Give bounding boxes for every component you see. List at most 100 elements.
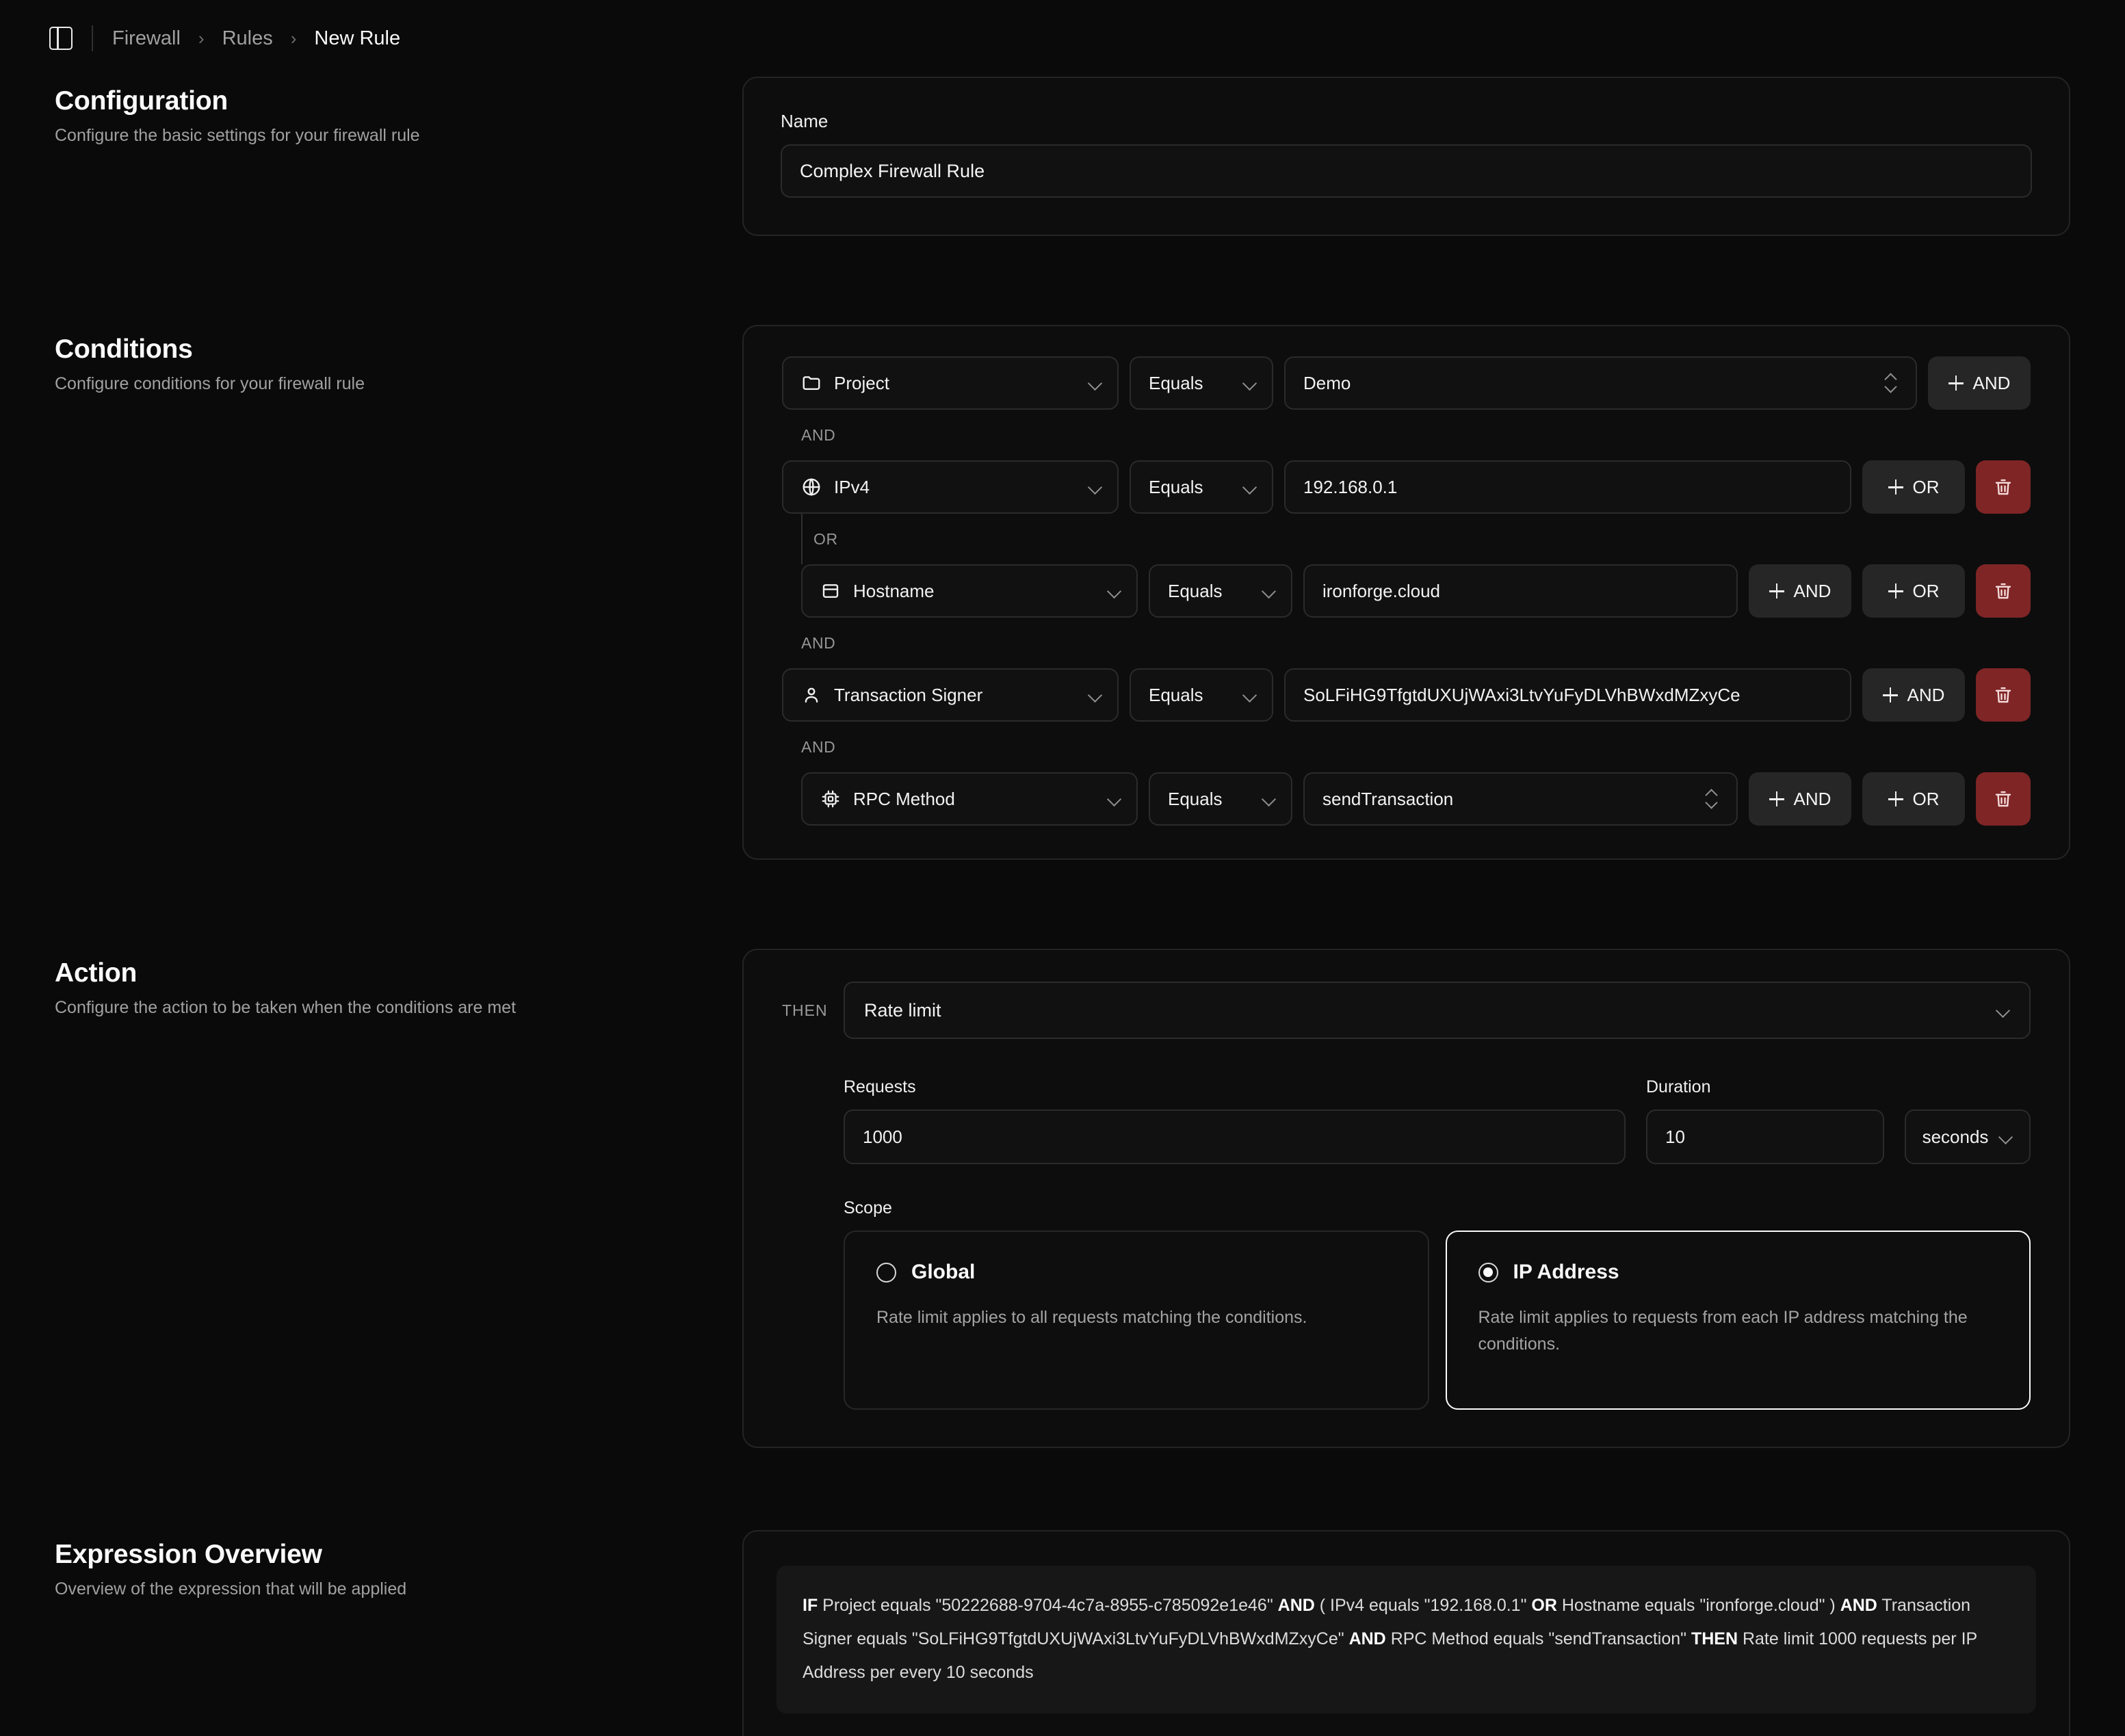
condition-row-project: Project Equals Demo AND bbox=[782, 356, 2031, 410]
action-card: THEN Rate limit Requests Duration bbox=[742, 949, 2070, 1448]
then-row: THEN Rate limit bbox=[782, 982, 2031, 1039]
duration-input[interactable] bbox=[1646, 1109, 1884, 1164]
chevron-down-icon bbox=[1243, 376, 1257, 390]
scope-option-ip-address-name: IP Address bbox=[1513, 1261, 1619, 1284]
add-and-button-project[interactable]: AND bbox=[1928, 356, 2031, 410]
duration-unit-select[interactable]: seconds bbox=[1905, 1109, 2031, 1164]
plus-icon bbox=[1888, 479, 1903, 495]
radio-icon-selected[interactable] bbox=[1478, 1263, 1498, 1283]
delete-condition-button-ipv4[interactable] bbox=[1976, 460, 2031, 514]
condition-field-select-ipv4[interactable]: IPv4 bbox=[782, 460, 1119, 514]
add-or-button-ipv4[interactable]: OR bbox=[1862, 460, 1965, 514]
condition-field-select-project[interactable]: Project bbox=[782, 356, 1119, 410]
scope-option-ip-address[interactable]: IP Address Rate limit applies to request… bbox=[1446, 1231, 2031, 1410]
condition-row-hostname: Hostname Equals AND OR bbox=[782, 564, 2031, 618]
folder-icon bbox=[801, 373, 822, 393]
add-and-label: AND bbox=[1973, 373, 2011, 394]
requests-field-group: Requests bbox=[844, 1077, 1626, 1164]
delete-condition-button-rpc-method[interactable] bbox=[1976, 772, 2031, 826]
add-and-button-hostname[interactable]: AND bbox=[1749, 564, 1851, 618]
chevron-down-icon bbox=[1262, 792, 1276, 806]
delete-condition-button-hostname[interactable] bbox=[1976, 564, 2031, 618]
chevron-up-down-icon bbox=[1705, 789, 1719, 809]
action-type-select[interactable]: Rate limit bbox=[844, 982, 2031, 1039]
plus-icon bbox=[1888, 791, 1903, 806]
add-and-button-rpc-method[interactable]: AND bbox=[1749, 772, 1851, 826]
trash-icon bbox=[1993, 581, 2013, 601]
breadcrumb: Firewall › Rules › New Rule bbox=[112, 27, 400, 50]
chevron-right-icon: › bbox=[291, 29, 297, 47]
chip-icon bbox=[820, 789, 841, 809]
panel-left-icon[interactable] bbox=[49, 27, 73, 50]
condition-row-rpc-method: RPC Method Equals sendTransaction AND bbox=[782, 772, 2031, 826]
condition-field-select-rpc-method[interactable]: RPC Method bbox=[801, 772, 1138, 826]
chevron-down-icon bbox=[1088, 688, 1102, 702]
configuration-section: Configuration Configure the basic settin… bbox=[55, 77, 2070, 236]
name-label: Name bbox=[781, 111, 2032, 132]
condition-field-label: Hostname bbox=[853, 581, 1095, 602]
condition-operator-select-transaction-signer[interactable]: Equals bbox=[1130, 668, 1273, 722]
scope-group: Scope Global Rate limit applies to all r… bbox=[782, 1198, 2031, 1410]
delete-condition-button-transaction-signer[interactable] bbox=[1976, 668, 2031, 722]
action-subtitle: Configure the action to be taken when th… bbox=[55, 998, 742, 1018]
scope-option-global[interactable]: Global Rate limit applies to all request… bbox=[844, 1231, 1429, 1410]
action-section: Action Configure the action to be taken … bbox=[55, 949, 2070, 1448]
add-or-button-rpc-method[interactable]: OR bbox=[1862, 772, 1965, 826]
condition-field-label: Transaction Signer bbox=[834, 685, 1076, 706]
condition-field-select-transaction-signer[interactable]: Transaction Signer bbox=[782, 668, 1119, 722]
expression-subtitle: Overview of the expression that will be … bbox=[55, 1579, 742, 1599]
trash-icon bbox=[1993, 685, 2013, 705]
scope-label: Scope bbox=[844, 1198, 2031, 1218]
trash-icon bbox=[1993, 789, 2013, 809]
duration-unit-spacer bbox=[1905, 1077, 2031, 1097]
expression-card: IF Project equals "50222688-9704-4c7a-89… bbox=[742, 1530, 2070, 1736]
duration-unit-group: seconds bbox=[1905, 1077, 2031, 1164]
scope-option-ip-address-description: Rate limit applies to requests from each… bbox=[1478, 1304, 1998, 1358]
condition-operator-label: Equals bbox=[1149, 477, 1231, 498]
chevron-down-icon bbox=[1108, 584, 1121, 598]
condition-operator-select-project[interactable]: Equals bbox=[1130, 356, 1273, 410]
condition-operator-select-hostname[interactable]: Equals bbox=[1149, 564, 1292, 618]
radio-icon[interactable] bbox=[876, 1263, 896, 1283]
requests-input[interactable] bbox=[844, 1109, 1626, 1164]
add-and-button-transaction-signer[interactable]: AND bbox=[1862, 668, 1965, 722]
breadcrumb-item-rules[interactable]: Rules bbox=[222, 27, 273, 50]
add-and-label: AND bbox=[1794, 789, 1831, 810]
expression-text: IF Project equals "50222688-9704-4c7a-89… bbox=[777, 1566, 2036, 1713]
condition-value-input-transaction-signer[interactable] bbox=[1284, 668, 1851, 722]
condition-field-label: Project bbox=[834, 373, 1076, 394]
condition-field-label: RPC Method bbox=[853, 789, 1095, 810]
chevron-down-icon bbox=[1262, 584, 1276, 598]
breadcrumb-item-firewall[interactable]: Firewall bbox=[112, 27, 181, 50]
condition-value-input-hostname[interactable] bbox=[1303, 564, 1738, 618]
condition-operator-label: Equals bbox=[1149, 373, 1231, 394]
expression-section: Expression Overview Overview of the expr… bbox=[55, 1530, 2070, 1736]
scope-option-ip-address-header: IP Address bbox=[1478, 1261, 1998, 1284]
plus-icon bbox=[1948, 376, 1964, 391]
condition-operator-label: Equals bbox=[1168, 789, 1250, 810]
configuration-subtitle: Configure the basic settings for your fi… bbox=[55, 126, 742, 146]
condition-field-label: IPv4 bbox=[834, 477, 1076, 498]
condition-operator-select-ipv4[interactable]: Equals bbox=[1130, 460, 1273, 514]
panel-icon bbox=[820, 581, 841, 601]
rule-name-input[interactable] bbox=[781, 144, 2032, 198]
add-and-label: AND bbox=[1907, 685, 1945, 706]
condition-value-input-ipv4[interactable] bbox=[1284, 460, 1851, 514]
scope-option-global-description: Rate limit applies to all requests match… bbox=[876, 1304, 1396, 1331]
condition-field-select-hostname[interactable]: Hostname bbox=[801, 564, 1138, 618]
condition-value-combobox-project[interactable]: Demo bbox=[1284, 356, 1917, 410]
conditions-subtitle: Configure conditions for your firewall r… bbox=[55, 374, 742, 394]
user-icon bbox=[801, 685, 822, 705]
configuration-card: Name bbox=[742, 77, 2070, 236]
conditions-card: Project Equals Demo AND AND bbox=[742, 325, 2070, 860]
condition-operator-select-rpc-method[interactable]: Equals bbox=[1149, 772, 1292, 826]
globe-icon bbox=[801, 477, 822, 497]
scope-option-global-name: Global bbox=[911, 1261, 975, 1284]
chevron-down-icon bbox=[1243, 688, 1257, 702]
topbar-divider bbox=[92, 25, 93, 51]
add-or-button-hostname[interactable]: OR bbox=[1862, 564, 1965, 618]
condition-value-combobox-rpc-method[interactable]: sendTransaction bbox=[1303, 772, 1738, 826]
condition-value-label: Demo bbox=[1303, 373, 1872, 394]
chevron-down-icon bbox=[1996, 1003, 2010, 1017]
plus-icon bbox=[1769, 791, 1784, 806]
